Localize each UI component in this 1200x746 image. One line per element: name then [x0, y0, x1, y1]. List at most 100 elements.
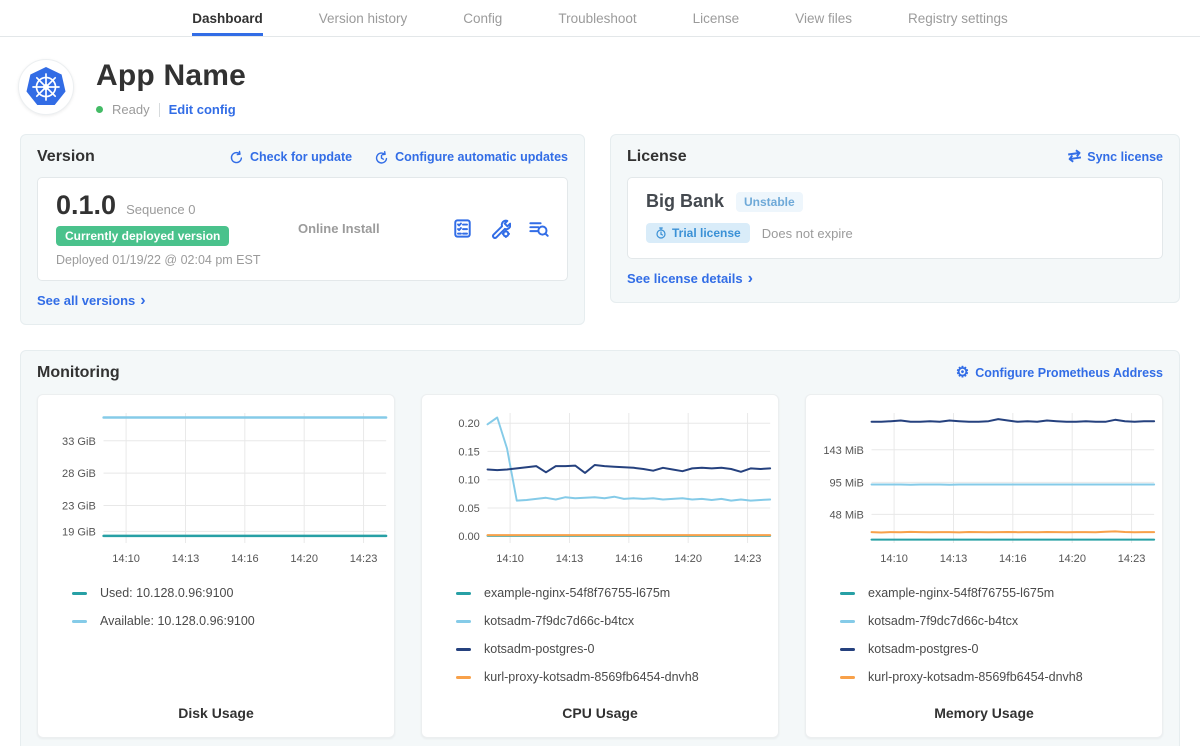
svg-text:14:13: 14:13 — [940, 553, 968, 565]
svg-text:19 GiB: 19 GiB — [62, 526, 96, 538]
tab-version-history[interactable]: Version history — [319, 0, 408, 36]
tab-license[interactable]: License — [693, 0, 740, 36]
deploy-logs-icon[interactable] — [528, 218, 549, 239]
svg-text:143 MiB: 143 MiB — [823, 445, 864, 457]
svg-text:0.00: 0.00 — [458, 531, 480, 543]
legend-label: Used: 10.128.0.96:9100 — [100, 586, 233, 600]
stopwatch-icon — [655, 227, 667, 239]
disk-usage-title: Disk Usage — [42, 705, 390, 721]
configure-prometheus-label: Configure Prometheus Address — [975, 366, 1163, 380]
sync-license-link[interactable]: ⇄ Sync license — [1068, 150, 1163, 164]
preflight-checks-icon[interactable] — [452, 218, 473, 239]
memory-usage-legend: example-nginx-54f8f76755-l675mkotsadm-7f… — [840, 579, 1158, 691]
cpu-usage-chart-card: 14:1014:1314:1614:2014:230.200.150.100.0… — [421, 394, 779, 738]
status-dot-icon — [96, 106, 103, 113]
tab-registry-settings[interactable]: Registry settings — [908, 0, 1008, 36]
svg-text:14:23: 14:23 — [1118, 553, 1146, 565]
legend-label: kurl-proxy-kotsadm-8569fb6454-dnvh8 — [868, 670, 1083, 684]
legend-label: example-nginx-54f8f76755-l675m — [484, 586, 670, 600]
memory-usage-plot[interactable]: 14:1014:1314:1614:2014:23143 MiB95 MiB48… — [810, 407, 1158, 569]
check-for-update-link[interactable]: Check for update — [229, 150, 352, 165]
tab-troubleshoot[interactable]: Troubleshoot — [558, 0, 636, 36]
top-navigation: Dashboard Version history Config Troublesho… — [0, 0, 1200, 37]
legend-label: kotsadm-7f9dc7d66c-b4tcx — [484, 614, 634, 628]
svg-text:95 MiB: 95 MiB — [829, 477, 863, 489]
legend-color-dash — [840, 592, 855, 595]
legend-item: example-nginx-54f8f76755-l675m — [456, 579, 774, 607]
see-license-details-label: See license details — [627, 271, 743, 286]
license-customer-name: Big Bank — [646, 191, 724, 212]
legend-item: kurl-proxy-kotsadm-8569fb6454-dnvh8 — [840, 663, 1158, 691]
memory-usage-chart-card: 14:1014:1314:1614:2014:23143 MiB95 MiB48… — [805, 394, 1163, 738]
svg-text:14:20: 14:20 — [290, 553, 318, 565]
see-license-details-link[interactable]: See license details › — [627, 271, 753, 286]
svg-text:14:16: 14:16 — [999, 553, 1027, 565]
gear-icon: ⚙ — [956, 366, 969, 380]
svg-text:14:10: 14:10 — [112, 553, 140, 565]
svg-text:14:10: 14:10 — [496, 553, 524, 565]
chevron-right-icon: › — [140, 296, 145, 306]
see-all-versions-label: See all versions — [37, 293, 135, 308]
monitoring-title: Monitoring — [37, 364, 120, 382]
svg-text:0.15: 0.15 — [458, 446, 480, 458]
tab-dashboard[interactable]: Dashboard — [192, 0, 263, 36]
svg-text:23 GiB: 23 GiB — [62, 500, 96, 512]
legend-label: kotsadm-postgres-0 — [868, 642, 978, 656]
legend-color-dash — [840, 676, 855, 679]
current-version-card: 0.1.0 Sequence 0 Currently deployed vers… — [37, 177, 568, 281]
version-sequence: Sequence 0 — [126, 202, 195, 217]
legend-label: Available: 10.128.0.96:9100 — [100, 614, 255, 628]
legend-color-dash — [456, 620, 471, 623]
svg-text:14:20: 14:20 — [1058, 553, 1086, 565]
svg-text:14:13: 14:13 — [556, 553, 584, 565]
cpu-usage-title: CPU Usage — [426, 705, 774, 721]
svg-text:0.10: 0.10 — [458, 475, 480, 487]
tab-view-files[interactable]: View files — [795, 0, 852, 36]
app-name: App Name — [96, 59, 246, 93]
app-header: App Name Ready Edit config — [0, 37, 1200, 117]
svg-text:33 GiB: 33 GiB — [62, 436, 96, 448]
legend-color-dash — [456, 648, 471, 651]
svg-text:48 MiB: 48 MiB — [829, 509, 863, 521]
legend-label: kotsadm-7f9dc7d66c-b4tcx — [868, 614, 1018, 628]
svg-text:28 GiB: 28 GiB — [62, 468, 96, 480]
summary-cards-row: Version Check for update Configure au — [20, 134, 1180, 325]
app-status: Ready — [112, 102, 150, 117]
configure-automatic-updates-link[interactable]: Configure automatic updates — [374, 150, 568, 165]
install-type: Online Install — [298, 221, 452, 236]
disk-usage-plot[interactable]: 14:1014:1314:1614:2014:2333 GiB28 GiB23 … — [42, 407, 390, 569]
svg-text:14:13: 14:13 — [172, 553, 200, 565]
sync-icon: ⇄ — [1067, 150, 1082, 164]
version-number: 0.1.0 — [56, 190, 116, 221]
legend-color-dash — [456, 592, 471, 595]
disk-usage-chart-card: 14:1014:1314:1614:2014:2333 GiB28 GiB23 … — [37, 394, 395, 738]
legend-item: kotsadm-7f9dc7d66c-b4tcx — [840, 607, 1158, 635]
legend-label: kurl-proxy-kotsadm-8569fb6454-dnvh8 — [484, 670, 699, 684]
tab-config[interactable]: Config — [463, 0, 502, 36]
legend-color-dash — [840, 620, 855, 623]
config-wrench-icon[interactable] — [490, 218, 511, 239]
legend-color-dash — [72, 620, 87, 623]
license-card: Big Bank Unstable Trial license Does not… — [627, 177, 1163, 259]
legend-item: Used: 10.128.0.96:9100 — [72, 579, 390, 607]
configure-prometheus-link[interactable]: ⚙ Configure Prometheus Address — [956, 366, 1163, 380]
legend-item: kurl-proxy-kotsadm-8569fb6454-dnvh8 — [456, 663, 774, 691]
legend-color-dash — [840, 648, 855, 651]
edit-config-link[interactable]: Edit config — [169, 102, 236, 117]
legend-item: kotsadm-postgres-0 — [456, 635, 774, 663]
license-expiry: Does not expire — [762, 226, 853, 241]
charts-row: 14:10 14:13 14:16 14:20 14:23 33 GiB 28 GiB 23 … — [37, 394, 1163, 738]
trial-license-badge: Trial license — [646, 223, 750, 243]
svg-text:0.05: 0.05 — [458, 503, 480, 515]
legend-color-dash — [72, 592, 87, 595]
channel-badge: Unstable — [736, 192, 803, 212]
schedule-update-icon — [374, 150, 389, 165]
version-panel-title: Version — [37, 148, 95, 166]
deployed-badge: Currently deployed version — [56, 226, 229, 246]
license-panel: License ⇄ Sync license Big Bank Unstable… — [610, 134, 1180, 303]
see-all-versions-link[interactable]: See all versions › — [37, 293, 146, 308]
cpu-usage-plot[interactable]: 14:1014:1314:1614:2014:230.200.150.100.0… — [426, 407, 774, 569]
legend-item: kotsadm-7f9dc7d66c-b4tcx — [456, 607, 774, 635]
memory-usage-title: Memory Usage — [810, 705, 1158, 721]
legend-label: kotsadm-postgres-0 — [484, 642, 594, 656]
